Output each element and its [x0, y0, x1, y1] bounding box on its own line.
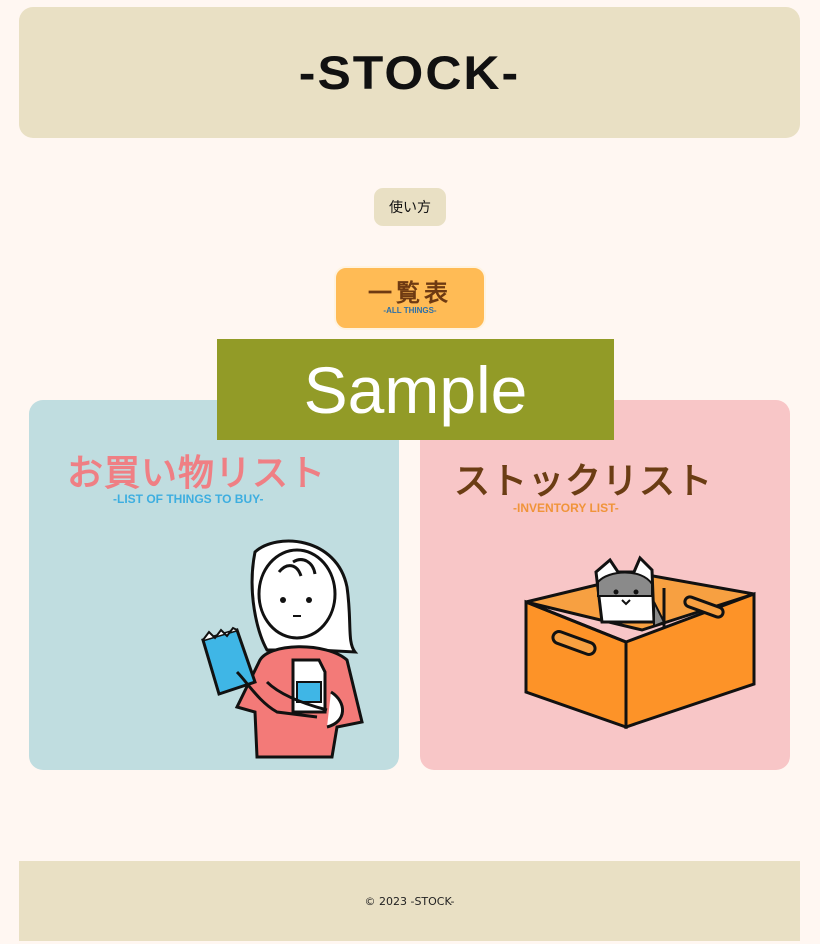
cat-in-box-icon — [524, 555, 756, 730]
girl-with-groceries-icon — [201, 539, 364, 759]
stock-list-title: ストックリスト — [454, 461, 714, 502]
shopping-list-title: お買い物リスト — [67, 453, 327, 494]
site-logo[interactable]: -STOCK- — [299, 45, 520, 100]
all-things-button[interactable]: 一覧表 -ALL THINGS- — [334, 266, 486, 330]
shopping-list-subtitle: -LIST OF THINGS TO BUY- — [113, 492, 264, 506]
all-things-subtitle: -ALL THINGS- — [383, 306, 437, 315]
copyright-text: © 2023 -STOCK- — [364, 894, 455, 908]
stock-list-card[interactable]: ストックリスト -INVENTORY LIST- — [420, 400, 790, 770]
all-things-title: 一覧表 — [368, 279, 452, 307]
stock-list-subtitle: -INVENTORY LIST- — [513, 501, 619, 515]
header: -STOCK- — [19, 7, 800, 138]
footer: © 2023 -STOCK- — [19, 861, 800, 941]
shopping-list-card[interactable]: お買い物リスト -LIST OF THINGS TO BUY- — [29, 400, 399, 770]
howto-button[interactable]: 使い方 — [374, 188, 446, 226]
sample-watermark: Sample — [217, 339, 614, 440]
